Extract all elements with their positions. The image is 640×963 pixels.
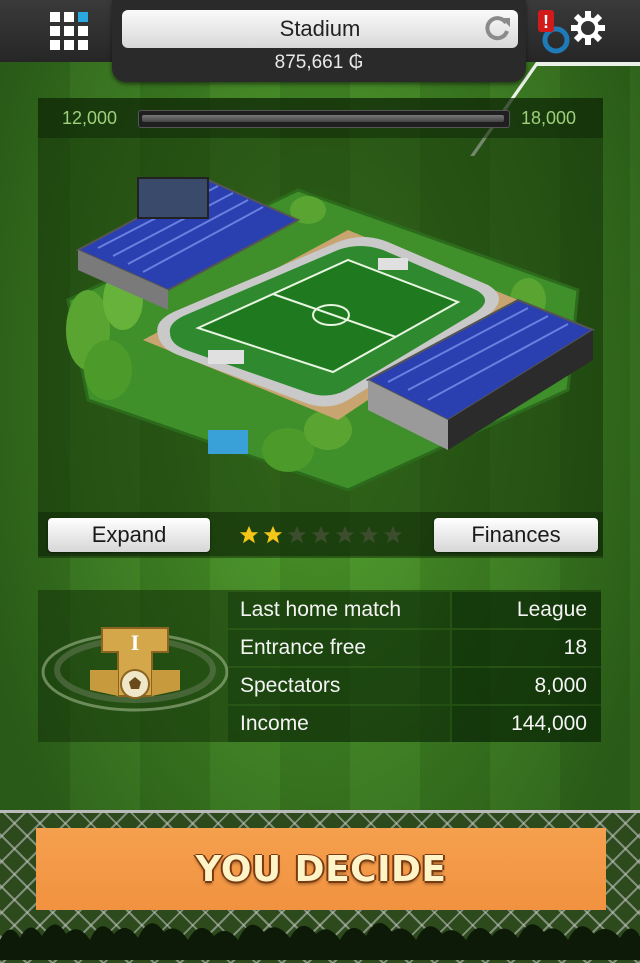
balance: 875,661 ₲: [112, 52, 526, 74]
star-empty-icon: [311, 525, 331, 544]
page-title-box: Stadium: [122, 10, 518, 48]
star-empty-icon: [359, 525, 379, 544]
info-row-income: Income 144,000: [228, 706, 601, 742]
star-empty-icon: [383, 525, 403, 544]
league-badge-icon: I: [41, 627, 229, 712]
star-filled-icon: [239, 525, 259, 544]
capacity-progress-fill: [142, 115, 504, 122]
capacity-max: 18,000: [521, 108, 577, 128]
expand-button[interactable]: Expand: [48, 518, 210, 552]
alert-badge: !: [543, 12, 549, 32]
info-row-entrance-fee: Entrance free 18: [228, 630, 601, 666]
info-label: Spectators: [228, 668, 450, 704]
star-empty-icon: [287, 525, 307, 544]
stadium-illustration: [66, 177, 596, 492]
you-decide-button[interactable]: YOU DECIDE: [36, 828, 606, 910]
info-label: Entrance free: [228, 630, 450, 666]
info-row-spectators: Spectators 8,000: [228, 668, 601, 704]
finances-button[interactable]: Finances: [434, 518, 598, 552]
currency-symbol: ₲: [348, 52, 364, 73]
gear-icon[interactable]: [570, 10, 606, 46]
refresh-icon[interactable]: [482, 14, 512, 44]
star-empty-icon: [335, 525, 355, 544]
page-title: Stadium: [279, 16, 361, 41]
info-value: 8,000: [452, 668, 601, 704]
capacity-min: 12,000: [62, 108, 118, 128]
badge-letter: I: [131, 630, 140, 655]
info-value: League: [452, 592, 601, 628]
grid-menu-icon[interactable]: [48, 10, 90, 52]
alert-icon[interactable]: !: [534, 8, 574, 54]
star-filled-icon: [263, 525, 283, 544]
info-label: Last home match: [228, 592, 450, 628]
stadium-rating: [238, 524, 408, 550]
info-value: 144,000: [452, 706, 601, 742]
info-label: Income: [228, 706, 450, 742]
info-row-last-match: Last home match League: [228, 592, 601, 628]
capacity-progress-bar: [138, 110, 510, 128]
info-value: 18: [452, 630, 601, 666]
balance-amount: 875,661: [274, 52, 344, 73]
